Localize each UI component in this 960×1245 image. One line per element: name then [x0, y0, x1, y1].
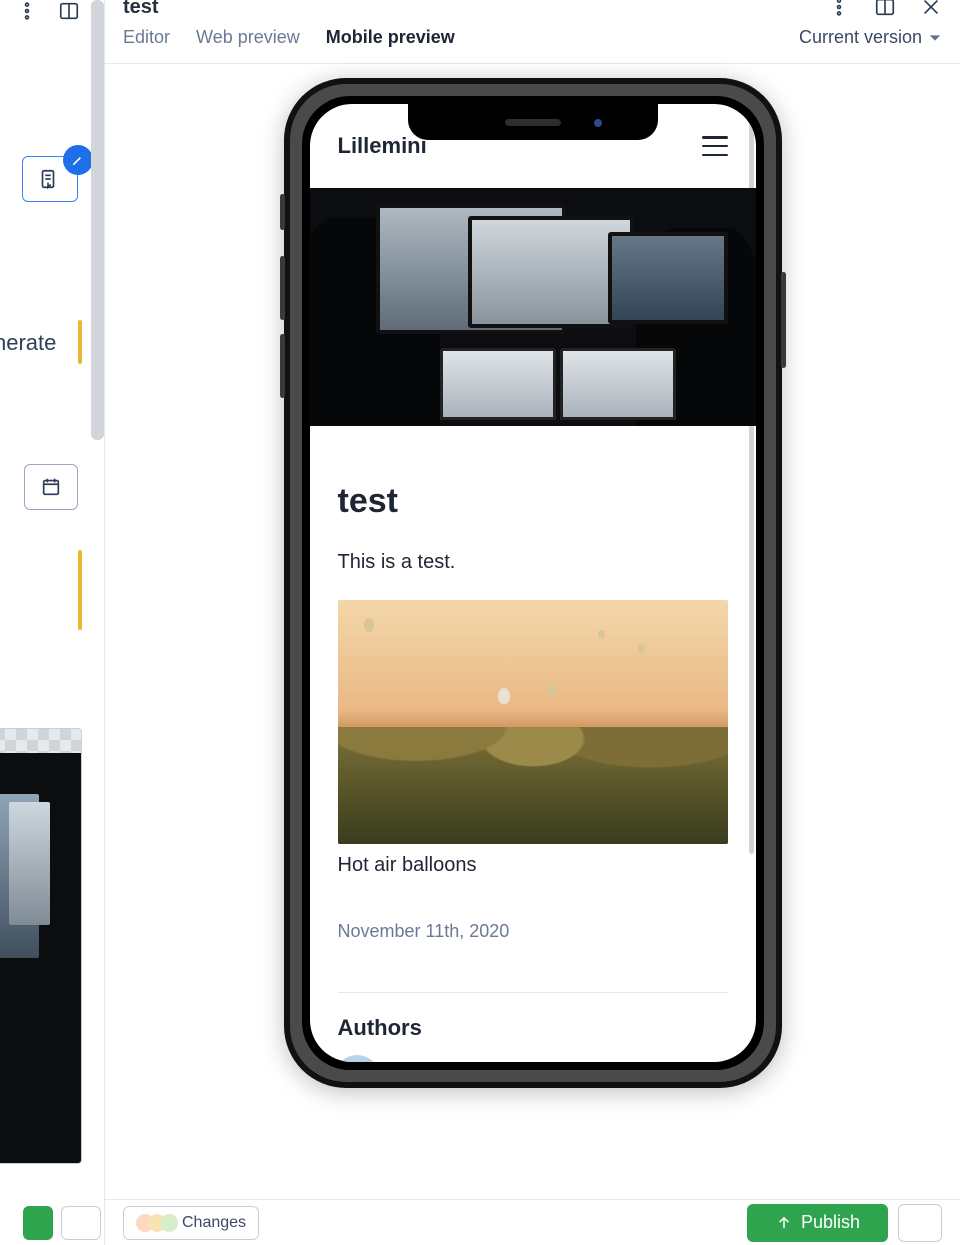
phone-frame: Lillemini test This is a test. — [284, 78, 782, 1088]
view-tabs: Editor Web preview Mobile preview — [123, 27, 455, 48]
menu-icon[interactable] — [702, 136, 728, 156]
publish-label: Publish — [801, 1212, 860, 1233]
sidebar: t version nerate — [0, 0, 105, 1245]
left-secondary-button[interactable] — [61, 1206, 101, 1240]
tab-editor[interactable]: Editor — [123, 27, 170, 48]
authors-heading: Authors — [338, 1015, 728, 1041]
phone-mute-switch — [280, 194, 285, 230]
site-name[interactable]: Lillemini — [338, 133, 427, 159]
header: test Editor Web preview Mobile preview C… — [105, 0, 960, 64]
article-lead: This is a test. — [338, 551, 728, 574]
version-label: Current version — [799, 27, 922, 48]
phone-screen: Lillemini test This is a test. — [310, 104, 756, 1062]
hero-image — [310, 188, 756, 426]
tab-web-preview[interactable]: Web preview — [196, 27, 300, 48]
sidebar-marker-2 — [78, 550, 82, 630]
phone-notch — [408, 104, 658, 140]
sidebar-image-field[interactable] — [0, 728, 82, 1164]
article-image — [338, 600, 728, 844]
phone-vol-up — [280, 256, 285, 320]
article-title: test — [338, 482, 728, 521]
footer: Changes Publish — [105, 1199, 960, 1245]
image-caption: Hot air balloons — [338, 854, 728, 877]
tab-mobile-preview[interactable]: Mobile preview — [326, 27, 455, 48]
publish-more-button[interactable] — [898, 1204, 942, 1242]
close-icon[interactable] — [920, 0, 942, 18]
sidebar-scrollbar[interactable] — [91, 0, 104, 440]
divider — [338, 992, 728, 993]
changes-label: Changes — [182, 1214, 246, 1232]
sidebar-date-card[interactable] — [24, 464, 78, 510]
phone-power — [781, 272, 786, 368]
document-icon — [37, 168, 59, 190]
edit-icon[interactable] — [63, 145, 93, 175]
main-panel: test Editor Web preview Mobile preview C… — [105, 0, 960, 1245]
sidebar-generate-label[interactable]: nerate — [0, 330, 56, 356]
phone-vol-down — [280, 334, 285, 398]
kebab-icon[interactable] — [16, 0, 38, 22]
panel-icon[interactable] — [874, 0, 896, 18]
left-action-button[interactable] — [23, 1206, 53, 1240]
publish-button[interactable]: Publish — [747, 1204, 888, 1242]
sidebar-title-card[interactable] — [22, 156, 78, 202]
avatars-stack — [136, 1214, 172, 1232]
panel-icon[interactable] — [58, 0, 80, 22]
kebab-icon[interactable] — [828, 0, 850, 18]
calendar-icon — [40, 476, 62, 498]
sidebar-marker — [78, 320, 82, 364]
page-title: test — [123, 0, 159, 19]
preview-stage: Lillemini test This is a test. — [105, 64, 960, 1199]
article-date: November 11th, 2020 — [338, 921, 728, 942]
version-select[interactable]: Current version — [799, 27, 942, 48]
changes-button[interactable]: Changes — [123, 1206, 259, 1240]
